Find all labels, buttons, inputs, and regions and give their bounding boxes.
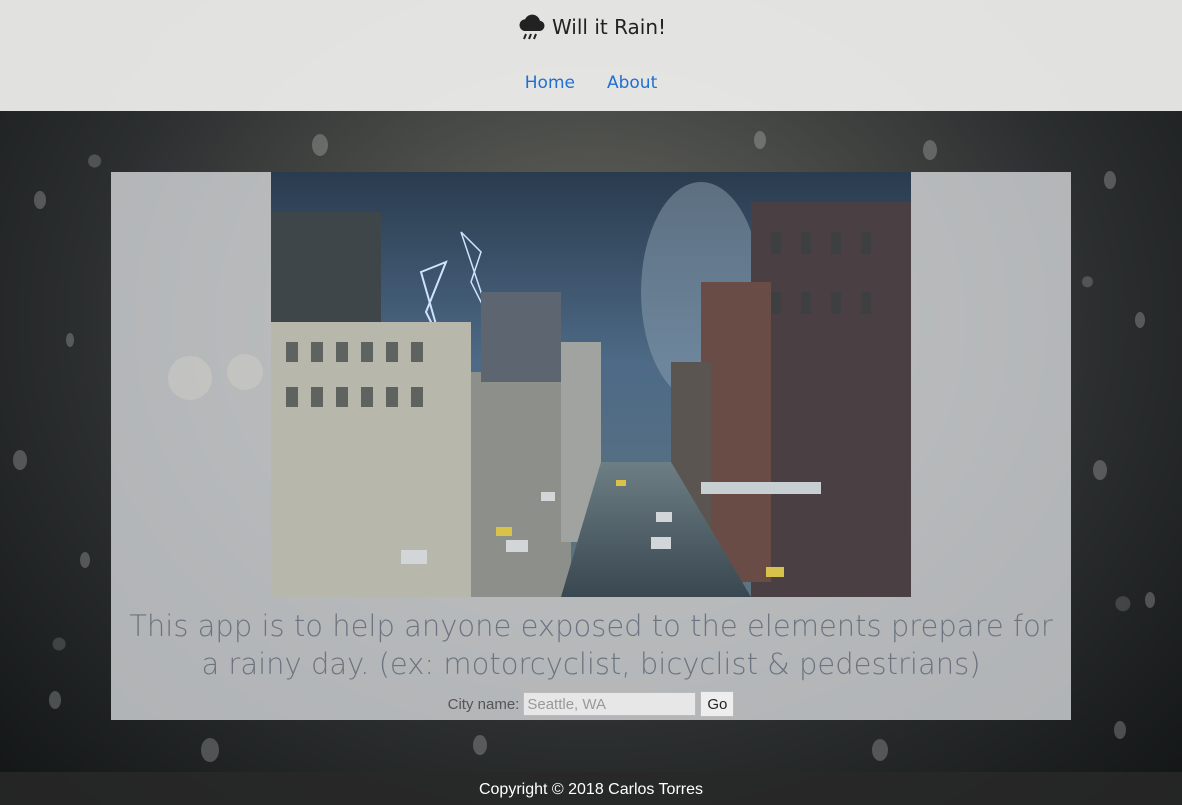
storm-city-image [271, 172, 911, 597]
city-search-form: City name: Go [111, 691, 1071, 717]
nav-about-link[interactable]: About [607, 73, 657, 93]
city-name-label: City name: [447, 695, 520, 713]
site-footer: Copyright © 2018 Carlos Torres [0, 772, 1182, 805]
nav-home-link[interactable]: Home [525, 73, 575, 93]
site-header: Will it Rain! Home About [0, 0, 1182, 111]
copyright-text: Copyright © 2018 Carlos Torres [478, 781, 704, 798]
app-title: Will it Rain! [551, 15, 667, 39]
main-nav: Home About [0, 73, 1182, 93]
app-description: This app is to help anyone exposed to th… [129, 609, 1053, 681]
go-button[interactable]: Go [700, 691, 735, 717]
rain-cloud-icon [516, 13, 548, 41]
city-name-input[interactable] [523, 692, 697, 716]
content-panel: This app is to help anyone exposed to th… [111, 172, 1071, 720]
brand[interactable]: Will it Rain! [0, 13, 1182, 41]
